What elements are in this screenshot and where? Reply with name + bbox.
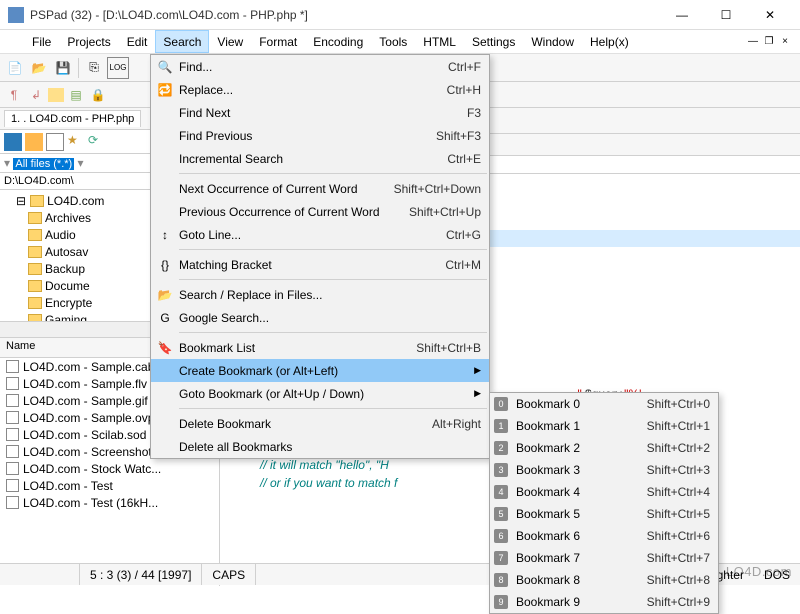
menu-item[interactable]: Find PreviousShift+F3 xyxy=(151,124,489,147)
highlight-icon[interactable] xyxy=(48,88,64,102)
status-position: 5 : 3 (3) / 44 [1997] xyxy=(80,564,202,585)
menu-encoding[interactable]: Encoding xyxy=(305,30,371,53)
menu-item[interactable]: Find NextF3 xyxy=(151,101,489,124)
menu-item[interactable]: Delete all Bookmarks xyxy=(151,435,489,458)
menu-window[interactable]: Window xyxy=(523,30,582,53)
submenu-item[interactable]: 7Bookmark 7Shift+Ctrl+7 xyxy=(490,547,718,569)
menu-item[interactable]: 📂Search / Replace in Files... xyxy=(151,283,489,306)
lock-icon[interactable]: 🔒 xyxy=(88,85,108,105)
menu-settings[interactable]: Settings xyxy=(464,30,523,53)
menu-tools[interactable]: Tools xyxy=(371,30,415,53)
submenu-item[interactable]: 4Bookmark 4Shift+Ctrl+4 xyxy=(490,481,718,503)
doc-icon[interactable] xyxy=(46,133,64,151)
para-icon[interactable]: ¶ xyxy=(4,85,24,105)
file-tab[interactable]: 1. . LO4D.com - PHP.php xyxy=(4,110,141,127)
submenu-item[interactable]: 8Bookmark 8Shift+Ctrl+8 xyxy=(490,569,718,591)
menu-edit[interactable]: Edit xyxy=(119,30,156,53)
doc-minimize-icon[interactable]: — xyxy=(746,35,760,49)
log-button[interactable]: LOG xyxy=(107,57,129,79)
minimize-button[interactable]: — xyxy=(660,0,704,30)
doc-close-icon[interactable]: × xyxy=(778,35,792,49)
list-item: LO4D.com - Test (16kH... xyxy=(0,494,219,511)
open-folder-icon[interactable] xyxy=(25,133,43,151)
submenu-item[interactable]: 3Bookmark 3Shift+Ctrl+3 xyxy=(490,459,718,481)
submenu-item[interactable]: 5Bookmark 5Shift+Ctrl+5 xyxy=(490,503,718,525)
menu-html[interactable]: HTML xyxy=(415,30,464,53)
menu-item[interactable]: Delete BookmarkAlt+Right xyxy=(151,412,489,435)
window-title: PSPad (32) - [D:\LO4D.com\LO4D.com - PHP… xyxy=(30,8,660,22)
save-button[interactable]: 💾 xyxy=(52,57,74,79)
submenu-item[interactable]: 6Bookmark 6Shift+Ctrl+6 xyxy=(490,525,718,547)
folder-icon[interactable] xyxy=(4,133,22,151)
create-bookmark-submenu: 0Bookmark 0Shift+Ctrl+01Bookmark 1Shift+… xyxy=(489,392,719,614)
wrap-icon[interactable]: ↲ xyxy=(26,85,46,105)
search-menu-dropdown: 🔍Find...Ctrl+F🔁Replace...Ctrl+HFind Next… xyxy=(150,54,490,459)
refresh-icon[interactable]: ⟳ xyxy=(88,133,106,151)
block-icon[interactable]: ▤ xyxy=(66,85,86,105)
menu-item[interactable]: Previous Occurrence of Current WordShift… xyxy=(151,200,489,223)
menu-search[interactable]: Search xyxy=(155,30,209,53)
maximize-button[interactable]: ☐ xyxy=(704,0,748,30)
status-caps: CAPS xyxy=(202,564,256,585)
list-item: LO4D.com - Stock Watc... xyxy=(0,460,219,477)
list-item: LO4D.com - Test xyxy=(0,477,219,494)
menu-help[interactable]: Help(x) xyxy=(582,30,637,53)
app-icon xyxy=(8,7,24,23)
menu-format[interactable]: Format xyxy=(251,30,305,53)
menu-item[interactable]: 🔖Bookmark ListShift+Ctrl+B xyxy=(151,336,489,359)
menu-item[interactable]: GGoogle Search... xyxy=(151,306,489,329)
doc-restore-icon[interactable]: ❐ xyxy=(762,35,776,49)
copy-button[interactable]: ⎘ xyxy=(83,57,105,79)
menu-item[interactable]: ↕Goto Line...Ctrl+G xyxy=(151,223,489,246)
open-file-button[interactable]: 📂 xyxy=(28,57,50,79)
menu-item[interactable]: 🔁Replace...Ctrl+H xyxy=(151,78,489,101)
menu-view[interactable]: View xyxy=(209,30,251,53)
menu-projects[interactable]: Projects xyxy=(59,30,118,53)
new-file-button[interactable]: 📄 xyxy=(4,57,26,79)
submenu-item[interactable]: 0Bookmark 0Shift+Ctrl+0 xyxy=(490,393,718,415)
watermark: LO4D.com xyxy=(726,564,792,579)
menu-item[interactable]: Create Bookmark (or Alt+Left)▶ xyxy=(151,359,489,382)
close-button[interactable]: ✕ xyxy=(748,0,792,30)
menu-file[interactable]: File xyxy=(24,30,59,53)
submenu-item[interactable]: 2Bookmark 2Shift+Ctrl+2 xyxy=(490,437,718,459)
menu-bar: File Projects Edit Search View Format En… xyxy=(0,30,800,54)
menu-item[interactable]: {}Matching BracketCtrl+M xyxy=(151,253,489,276)
submenu-item[interactable]: 1Bookmark 1Shift+Ctrl+1 xyxy=(490,415,718,437)
menu-item[interactable]: Incremental SearchCtrl+E xyxy=(151,147,489,170)
menu-item[interactable]: Goto Bookmark (or Alt+Up / Down)▶ xyxy=(151,382,489,405)
submenu-item[interactable]: 9Bookmark 9Shift+Ctrl+9 xyxy=(490,591,718,613)
title-bar: PSPad (32) - [D:\LO4D.com\LO4D.com - PHP… xyxy=(0,0,800,30)
menu-item[interactable]: 🔍Find...Ctrl+F xyxy=(151,55,489,78)
menu-item[interactable]: Next Occurrence of Current WordShift+Ctr… xyxy=(151,177,489,200)
star-icon[interactable]: ★ xyxy=(67,133,85,151)
